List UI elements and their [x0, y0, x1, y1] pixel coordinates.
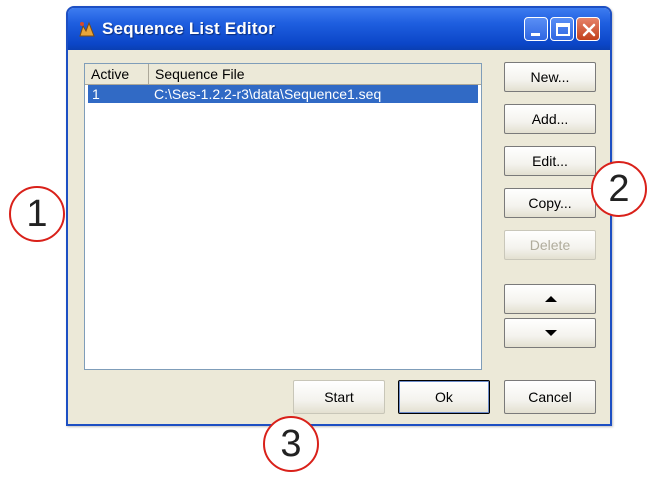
add-button-label: Add... — [531, 111, 569, 127]
sequence-list-editor-window: Sequence List Editor Active Sequence Fil… — [66, 6, 612, 426]
close-icon — [582, 23, 596, 37]
start-button-label: Start — [324, 389, 354, 405]
copy-button-label: Copy... — [528, 195, 572, 211]
copy-button[interactable]: Copy... — [504, 188, 596, 218]
cancel-button[interactable]: Cancel — [504, 380, 596, 414]
maximize-icon — [556, 23, 570, 36]
edit-button-label: Edit... — [532, 153, 568, 169]
move-down-button[interactable] — [504, 318, 596, 348]
column-header-sequence-file[interactable]: Sequence File — [149, 64, 481, 84]
ok-button-label: Ok — [435, 389, 453, 405]
row-active-cell: 1 — [92, 86, 100, 102]
row-file-cell: C:\Ses-1.2.2-r3\data\Sequence1.seq — [154, 86, 382, 102]
move-up-button[interactable] — [504, 284, 596, 314]
maximize-button[interactable] — [550, 17, 574, 41]
window-title: Sequence List Editor — [102, 19, 276, 38]
down-arrow-icon — [545, 330, 557, 336]
title-bar[interactable]: Sequence List Editor — [68, 8, 610, 50]
list-row[interactable]: 1 C:\Ses-1.2.2-r3\data\Sequence1.seq — [88, 85, 478, 103]
delete-button[interactable]: Delete — [504, 230, 596, 260]
cancel-button-label: Cancel — [528, 389, 572, 405]
sequence-list[interactable]: Active Sequence File 1 C:\Ses-1.2.2-r3\d… — [84, 63, 482, 370]
new-button-label: New... — [530, 69, 570, 85]
minimize-icon — [531, 33, 540, 36]
start-button[interactable]: Start — [293, 380, 385, 414]
ok-button[interactable]: Ok — [398, 380, 490, 414]
callout-3: 3 — [263, 416, 319, 472]
close-button[interactable] — [576, 17, 600, 41]
minimize-button[interactable] — [524, 17, 548, 41]
callout-2: 2 — [591, 161, 647, 217]
add-button[interactable]: Add... — [504, 104, 596, 134]
up-arrow-icon — [545, 296, 557, 302]
new-button[interactable]: New... — [504, 62, 596, 92]
list-header: Active Sequence File — [85, 64, 481, 85]
column-header-active[interactable]: Active — [85, 64, 149, 84]
edit-button[interactable]: Edit... — [504, 146, 596, 176]
callout-1: 1 — [9, 186, 65, 242]
app-icon — [79, 21, 95, 37]
delete-button-label: Delete — [529, 237, 571, 253]
